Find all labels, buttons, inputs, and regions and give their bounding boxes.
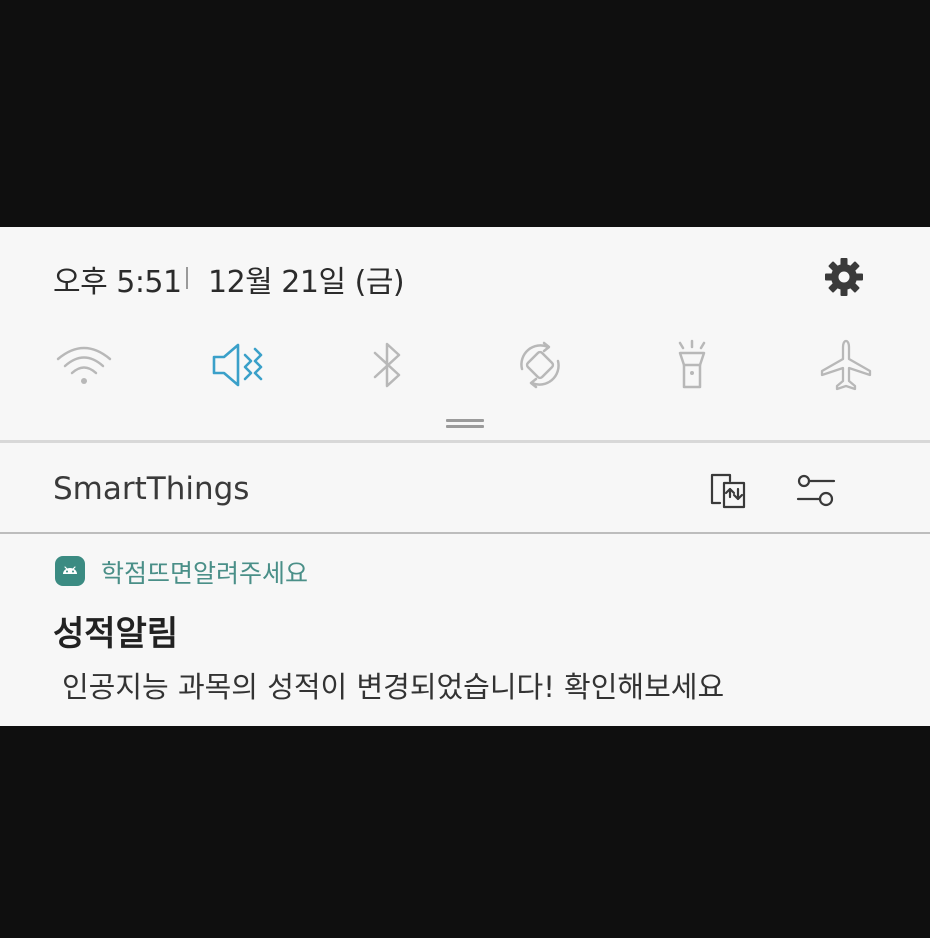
letterbox-bottom [0,726,930,938]
clock: 오후 5:51 [53,265,182,300]
smartthings-settings-icon[interactable] [794,469,838,513]
device-transfer-icon[interactable] [706,469,750,513]
divider [0,532,930,534]
date: 12월 21일 (금) [208,265,405,300]
expand-handle[interactable] [446,419,484,429]
wifi-icon[interactable] [52,333,116,397]
notification-app-name: 학점뜨면알려주세요 [101,559,309,588]
status-header: 오후 5:51 12월 21일 (금) [0,227,930,327]
airplane-mode-icon[interactable] [814,333,878,397]
flashlight-icon[interactable] [660,333,724,397]
notification-body[interactable]: 인공지능 과목의 성적이 변경되었습니다! 확인해보세요 [62,664,724,706]
smartthings-label[interactable]: SmartThings [53,471,249,507]
auto-rotate-icon[interactable] [508,333,572,397]
android-app-icon [55,556,85,586]
bluetooth-icon[interactable] [355,333,419,397]
notification-panel: 오후 5:51 12월 21일 (금) SmartThings 학점뜨면알려주세… [0,227,930,726]
notification-title[interactable]: 성적알림 [53,606,178,655]
mute-vibrate-icon[interactable] [205,333,269,397]
divider [0,440,930,443]
settings-gear-icon[interactable] [822,255,866,299]
letterbox-top [0,0,930,227]
separator [186,267,188,289]
